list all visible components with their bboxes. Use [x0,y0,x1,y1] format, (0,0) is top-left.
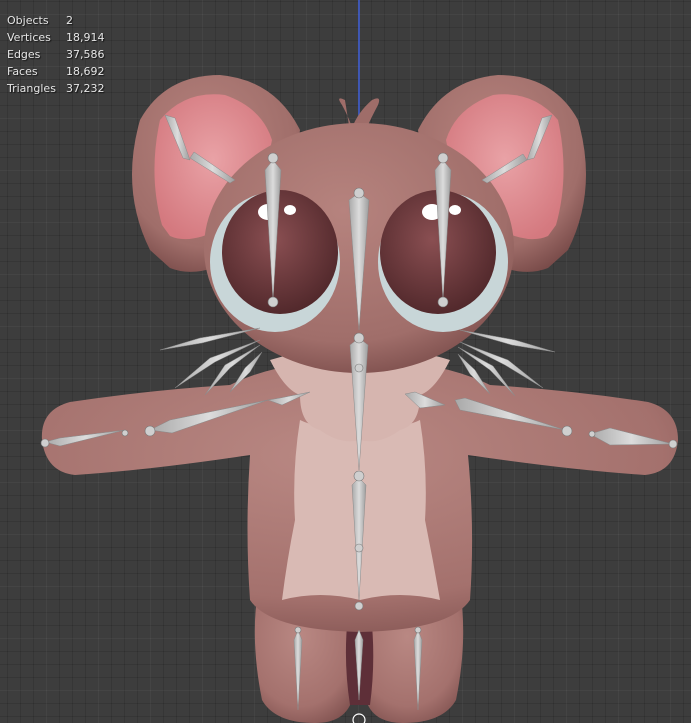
scene-canvas[interactable] [0,0,691,723]
stat-value: 18,692 [66,65,105,78]
stat-row-triangles: Triangles 37,232 [7,80,105,97]
stat-row-faces: Faces 18,692 [7,63,105,80]
stat-row-objects: Objects 2 [7,12,105,29]
stat-label: Faces [7,65,38,78]
stat-row-vertices: Vertices 18,914 [7,29,105,46]
stat-value: 2 [66,14,73,27]
stat-value: 37,586 [66,48,105,61]
3d-viewport[interactable]: Objects 2 Vertices 18,914 Edges 37,586 Faces 18… [0,0,691,723]
stat-value: 37,232 [66,82,105,95]
origin-marker [352,713,366,723]
stat-label: Triangles [7,82,56,95]
statistics-overlay: Objects 2 Vertices 18,914 Edges 37,586 Faces 18… [7,12,105,97]
stat-label: Vertices [7,31,51,44]
stat-label: Edges [7,48,41,61]
stat-value: 18,914 [66,31,105,44]
stat-row-edges: Edges 37,586 [7,46,105,63]
stat-label: Objects [7,14,49,27]
